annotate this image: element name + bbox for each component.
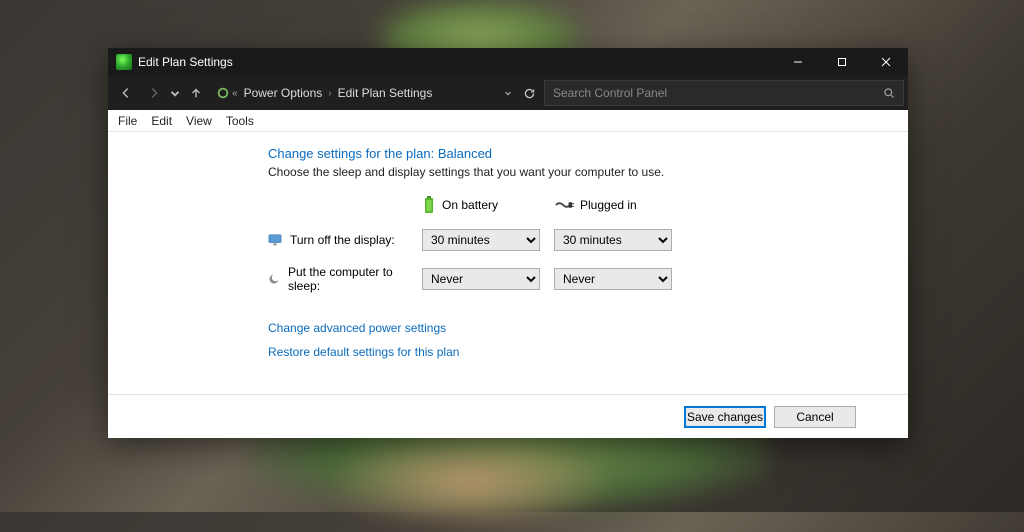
column-plugged-in: Plugged in: [554, 198, 672, 212]
titlebar[interactable]: Edit Plan Settings: [108, 48, 908, 76]
window: Edit Plan Settings « Power: [108, 48, 908, 438]
sleep-plugged-select[interactable]: Never: [554, 268, 672, 290]
display-battery-select[interactable]: 30 minutes: [422, 229, 540, 251]
breadcrumb[interactable]: « Power Options › Edit Plan Settings: [216, 86, 544, 100]
cancel-button[interactable]: Cancel: [774, 406, 856, 428]
moon-icon: [268, 272, 280, 286]
forward-button[interactable]: [140, 79, 168, 107]
monitor-icon: [268, 233, 282, 247]
search-placeholder: Search Control Panel: [553, 86, 667, 100]
search-icon: [883, 87, 895, 99]
up-button[interactable]: [182, 79, 210, 107]
navbar: « Power Options › Edit Plan Settings Sea…: [108, 76, 908, 110]
page-heading: Change settings for the plan: Balanced: [268, 146, 908, 161]
back-button[interactable]: [112, 79, 140, 107]
settings-grid: On battery Plugged in: [268, 195, 908, 293]
breadcrumb-root-icon: «: [216, 86, 238, 100]
links-area: Change advanced power settings Restore d…: [268, 321, 908, 359]
link-advanced-settings[interactable]: Change advanced power settings: [268, 321, 908, 335]
content-area: Change settings for the plan: Balanced C…: [108, 132, 908, 394]
row-sleep-label: Put the computer to sleep:: [268, 265, 408, 293]
menu-edit[interactable]: Edit: [151, 114, 172, 128]
sleep-battery-select[interactable]: Never: [422, 268, 540, 290]
save-button[interactable]: Save changes: [684, 406, 766, 428]
app-icon: [116, 54, 132, 70]
recent-dropdown-icon[interactable]: [168, 79, 182, 107]
column-label-battery: On battery: [442, 198, 498, 212]
display-plugged-select[interactable]: 30 minutes: [554, 229, 672, 251]
chevron-right-icon: ›: [328, 88, 331, 99]
menubar: File Edit View Tools: [108, 110, 908, 132]
plug-icon: [554, 199, 574, 211]
window-title: Edit Plan Settings: [138, 55, 233, 69]
menu-view[interactable]: View: [186, 114, 212, 128]
column-label-plugged: Plugged in: [580, 198, 637, 212]
link-restore-defaults[interactable]: Restore default settings for this plan: [268, 345, 908, 359]
row-display-label: Turn off the display:: [268, 233, 408, 247]
minimize-button[interactable]: [776, 48, 820, 76]
chevron-down-icon[interactable]: [503, 88, 513, 98]
footer: Save changes Cancel: [108, 394, 908, 438]
battery-icon: [422, 195, 436, 215]
page-subheading: Choose the sleep and display settings th…: [268, 165, 908, 179]
menu-file[interactable]: File: [118, 114, 137, 128]
breadcrumb-item-edit-plan[interactable]: Edit Plan Settings: [338, 86, 433, 100]
menu-tools[interactable]: Tools: [226, 114, 254, 128]
refresh-icon[interactable]: [523, 87, 536, 100]
column-on-battery: On battery: [422, 195, 540, 215]
search-input[interactable]: Search Control Panel: [544, 80, 904, 106]
maximize-button[interactable]: [820, 48, 864, 76]
breadcrumb-item-power-options[interactable]: Power Options: [244, 86, 323, 100]
close-button[interactable]: [864, 48, 908, 76]
